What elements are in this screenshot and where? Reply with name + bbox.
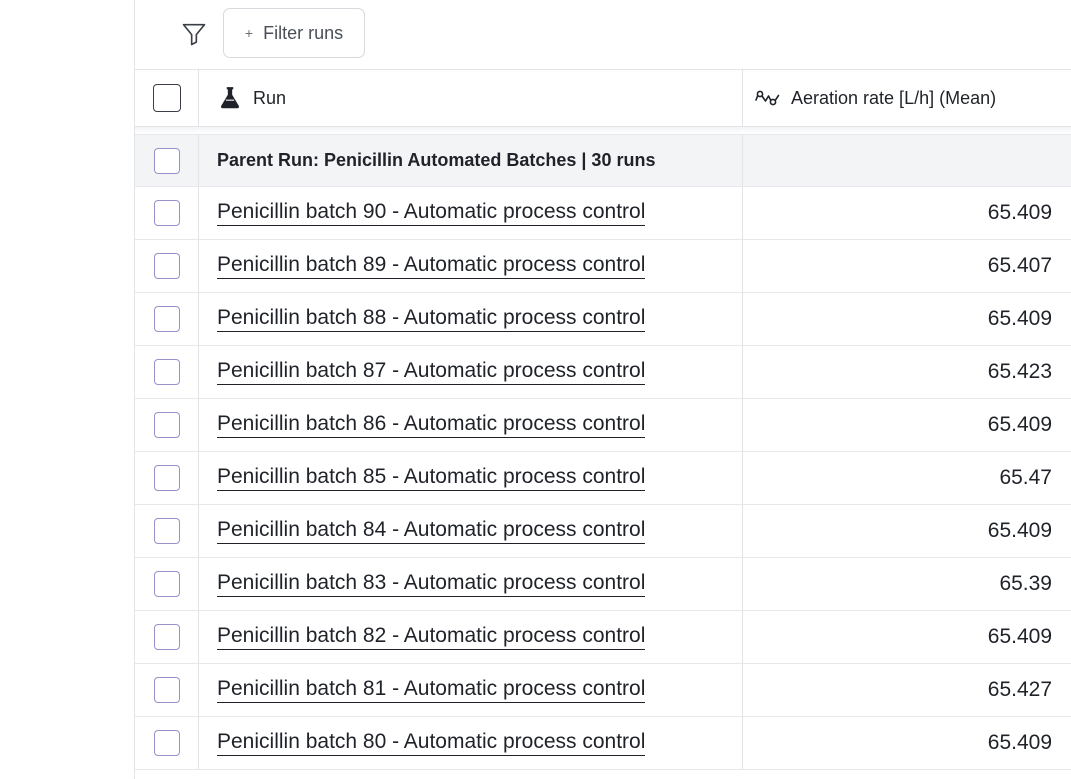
run-link[interactable]: Penicillin batch 84 - Automatic process …	[217, 518, 646, 544]
row-checkbox[interactable]	[153, 306, 180, 332]
run-link[interactable]: Penicillin batch 82 - Automatic process …	[217, 624, 646, 650]
row-select-cell	[135, 664, 199, 716]
row-checkbox[interactable]	[153, 677, 180, 703]
run-name-cell: Penicillin batch 85 - Automatic process …	[199, 452, 743, 504]
row-checkbox[interactable]	[153, 200, 180, 226]
row-select-cell	[135, 558, 199, 610]
run-name-cell: Penicillin batch 90 - Automatic process …	[199, 187, 743, 239]
aeration-rate-value: 65.409	[987, 625, 1052, 648]
row-select-cell	[135, 505, 199, 557]
run-link[interactable]: Penicillin batch 85 - Automatic process …	[217, 465, 646, 491]
table-row: Penicillin batch 88 - Automatic process …	[135, 293, 1071, 346]
row-select-cell	[135, 293, 199, 345]
parent-run-label: Parent Run: Penicillin Automated Batches…	[199, 135, 743, 186]
aeration-rate-value: 65.427	[987, 678, 1052, 701]
column-header-run[interactable]: Run	[199, 70, 743, 126]
run-name-cell: Penicillin batch 80 - Automatic process …	[199, 717, 743, 769]
metric-line-icon	[755, 87, 781, 109]
row-select-cell	[135, 240, 199, 292]
parent-run-group-row: Parent Run: Penicillin Automated Batches…	[135, 135, 1071, 187]
row-checkbox[interactable]	[153, 518, 180, 544]
row-checkbox[interactable]	[153, 253, 180, 279]
runs-panel: + Filter runs Run Aeration rate [L/h] (M…	[134, 0, 1071, 779]
run-name-cell: Penicillin batch 81 - Automatic process …	[199, 664, 743, 716]
run-name-cell: Penicillin batch 83 - Automatic process …	[199, 558, 743, 610]
header-select-cell	[135, 70, 199, 126]
left-gutter	[0, 0, 134, 779]
column-header-aeration-rate[interactable]: Aeration rate [L/h] (Mean)	[743, 70, 1071, 126]
row-select-cell	[135, 452, 199, 504]
run-link[interactable]: Penicillin batch 87 - Automatic process …	[217, 359, 646, 385]
aeration-rate-value: 65.407	[987, 254, 1052, 277]
aeration-rate-value: 65.409	[987, 731, 1052, 754]
row-select-cell	[135, 346, 199, 398]
aeration-rate-value: 65.409	[987, 519, 1052, 542]
table-header: Run Aeration rate [L/h] (Mean)	[135, 69, 1071, 127]
table-row: Penicillin batch 81 - Automatic process …	[135, 664, 1071, 717]
run-link[interactable]: Penicillin batch 83 - Automatic process …	[217, 571, 646, 597]
run-link[interactable]: Penicillin batch 89 - Automatic process …	[217, 253, 646, 279]
aeration-rate-value: 65.409	[987, 307, 1052, 330]
row-checkbox[interactable]	[153, 730, 180, 756]
row-checkbox[interactable]	[153, 571, 180, 597]
aeration-rate-value: 65.39	[999, 572, 1052, 595]
table-row: Penicillin batch 89 - Automatic process …	[135, 240, 1071, 293]
row-checkbox[interactable]	[153, 412, 180, 438]
run-name-cell: Penicillin batch 89 - Automatic process …	[199, 240, 743, 292]
group-checkbox[interactable]	[153, 147, 180, 174]
column-header-aeration-rate-label: Aeration rate [L/h] (Mean)	[791, 87, 997, 108]
row-select-cell	[135, 717, 199, 769]
run-link[interactable]: Penicillin batch 90 - Automatic process …	[217, 200, 646, 226]
filter-runs-label: Filter runs	[263, 22, 344, 43]
table-row: Penicillin batch 90 - Automatic process …	[135, 187, 1071, 240]
filter-bar: + Filter runs	[135, 0, 1071, 70]
aeration-rate-value: 65.47	[999, 466, 1052, 489]
table-row: Penicillin batch 80 - Automatic process …	[135, 717, 1071, 770]
run-link[interactable]: Penicillin batch 81 - Automatic process …	[217, 677, 646, 703]
table-row: Penicillin batch 83 - Automatic process …	[135, 558, 1071, 611]
run-rows: Penicillin batch 90 - Automatic process …	[135, 187, 1071, 770]
run-link[interactable]: Penicillin batch 88 - Automatic process …	[217, 306, 646, 332]
run-name-cell: Penicillin batch 84 - Automatic process …	[199, 505, 743, 557]
filter-runs-button[interactable]: + Filter runs	[223, 8, 365, 58]
table-row: Penicillin batch 86 - Automatic process …	[135, 399, 1071, 452]
row-select-cell	[135, 611, 199, 663]
row-select-cell	[135, 399, 199, 451]
group-metric-cell	[743, 135, 1071, 186]
aeration-rate-value: 65.423	[987, 360, 1052, 383]
table-row: Penicillin batch 82 - Automatic process …	[135, 611, 1071, 664]
row-checkbox[interactable]	[153, 465, 180, 491]
run-name-cell: Penicillin batch 87 - Automatic process …	[199, 346, 743, 398]
aeration-rate-value: 65.409	[987, 413, 1052, 436]
table-row: Penicillin batch 85 - Automatic process …	[135, 452, 1071, 505]
column-header-run-label: Run	[253, 87, 287, 108]
table-row: Penicillin batch 87 - Automatic process …	[135, 346, 1071, 399]
run-name-cell: Penicillin batch 88 - Automatic process …	[199, 293, 743, 345]
run-name-cell: Penicillin batch 86 - Automatic process …	[199, 399, 743, 451]
run-link[interactable]: Penicillin batch 80 - Automatic process …	[217, 730, 646, 756]
select-all-checkbox[interactable]	[152, 84, 181, 112]
runs-table: Run Aeration rate [L/h] (Mean) Parent Ru…	[135, 69, 1071, 770]
run-link[interactable]: Penicillin batch 86 - Automatic process …	[217, 412, 646, 438]
row-checkbox[interactable]	[153, 359, 180, 385]
row-select-cell	[135, 187, 199, 239]
group-select-cell	[135, 135, 199, 186]
header-shadow	[135, 127, 1071, 135]
table-row: Penicillin batch 84 - Automatic process …	[135, 505, 1071, 558]
flask-icon	[217, 85, 243, 111]
plus-icon: +	[244, 25, 254, 41]
page: + Filter runs Run Aeration rate [L/h] (M…	[0, 0, 1071, 779]
row-checkbox[interactable]	[153, 624, 180, 650]
funnel-icon[interactable]	[179, 19, 209, 49]
run-name-cell: Penicillin batch 82 - Automatic process …	[199, 611, 743, 663]
aeration-rate-value: 65.409	[987, 201, 1052, 224]
